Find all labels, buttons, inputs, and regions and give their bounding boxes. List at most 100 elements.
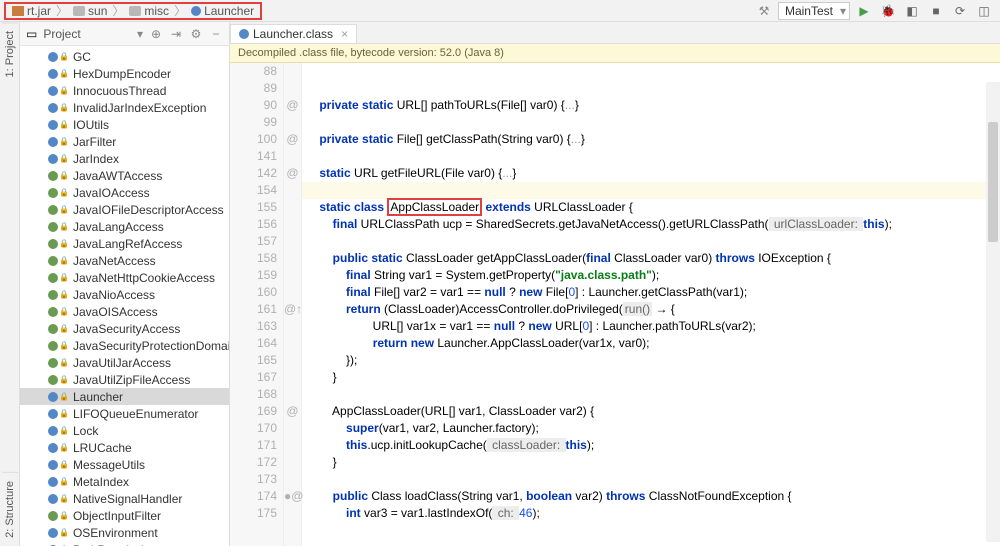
code-line[interactable]: private static URL[] pathToURLs(File[] v… [302,97,1000,114]
code-area[interactable]: 8889909910014114215415515615715815916016… [230,63,1000,546]
code-line[interactable] [302,182,1000,199]
code-line[interactable]: public Class loadClass(String var1, bool… [302,488,1000,505]
tree-item[interactable]: 🔒JarIndex [20,150,229,167]
code-line[interactable]: final File[] var2 = var1 == null ? new F… [302,284,1000,301]
hide-icon[interactable]: − [209,27,223,41]
code-line[interactable] [302,471,1000,488]
tree-item[interactable]: 🔒JavaLangAccess [20,218,229,235]
tree-item[interactable]: 🔒Launcher [20,388,229,405]
tree-item[interactable]: 🔒JavaNetHttpCookieAccess [20,269,229,286]
tree-item[interactable]: 🔒JavaUtilJarAccess [20,354,229,371]
breadcrumb-item[interactable]: misc [125,4,173,18]
tree-item[interactable]: 🔒InvalidJarIndexException [20,99,229,116]
code-line[interactable] [302,114,1000,131]
tree-item[interactable]: 🔒HexDumpEncoder [20,65,229,82]
tree-item[interactable]: 🔒JavaSecurityAccess [20,320,229,337]
chevron-down-icon[interactable]: ▾ [137,27,143,41]
tree-item[interactable]: 🔒JavaNetAccess [20,252,229,269]
tree-item[interactable]: 🔒JarFilter [20,133,229,150]
breadcrumb[interactable]: rt.jar〉sun〉misc〉Launcher [4,2,262,20]
project-tree[interactable]: 🔒GC🔒HexDumpEncoder🔒InnocuousThread🔒Inval… [20,46,229,546]
tree-item[interactable]: 🔒GC [20,48,229,65]
class-icon [48,443,58,453]
line-number: 171 [230,437,277,454]
tree-item[interactable]: 🔒JavaSecurityProtectionDomain [20,337,229,354]
stop-icon[interactable]: ■ [926,2,946,20]
code-line[interactable]: public static ClassLoader getAppClassLoa… [302,250,1000,267]
vertical-scrollbar[interactable] [986,82,1000,542]
run-icon[interactable]: ▶ [854,2,874,20]
code-line[interactable]: final String var1 = System.getProperty("… [302,267,1000,284]
code-content[interactable]: private static URL[] pathToURLs(File[] v… [302,63,1000,546]
tree-item[interactable]: 🔒JavaAWTAccess [20,167,229,184]
tree-item[interactable]: 🔒LRUCache [20,439,229,456]
line-number: 160 [230,284,277,301]
tree-item[interactable]: 🔒ObjectInputFilter [20,507,229,524]
code-line[interactable]: return (ClassLoader)AccessController.doP… [302,301,1000,318]
gear-icon[interactable]: ⚙ [189,27,203,41]
code-line[interactable]: this.ucp.initLookupCache( classLoader: t… [302,437,1000,454]
line-number: 165 [230,352,277,369]
line-number: 158 [230,250,277,267]
project-panel-title[interactable]: Project [43,27,131,41]
lock-icon: 🔒 [59,324,69,333]
code-line[interactable]: super(var1, var2, Launcher.factory); [302,420,1000,437]
code-line[interactable]: int var3 = var1.lastIndexOf( ch: 46); [302,505,1000,522]
code-line[interactable] [302,148,1000,165]
editor-tab[interactable]: Launcher.class × [230,24,357,43]
structure-tool-tab[interactable]: 2: Structure [2,472,18,546]
tree-item[interactable]: 🔒JavaIOAccess [20,184,229,201]
code-line[interactable]: AppClassLoader(URL[] var1, ClassLoader v… [302,403,1000,420]
code-line[interactable] [302,233,1000,250]
project-view-icon[interactable]: ▭ [26,27,37,41]
code-line[interactable]: static class AppClassLoader extends URLC… [302,199,1000,216]
line-number: 173 [230,471,277,488]
collapse-icon[interactable]: ⇥ [169,27,183,41]
target-icon[interactable]: ⊕ [149,27,163,41]
code-line[interactable]: private static File[] getClassPath(Strin… [302,131,1000,148]
coverage-icon[interactable]: ◧ [902,2,922,20]
code-line[interactable]: URL[] var1x = var1 == null ? new URL[0] … [302,318,1000,335]
project-tool-tab[interactable]: 1: Project [2,22,18,85]
code-line[interactable]: static URL getFileURL(File var0) {...} [302,165,1000,182]
tree-item[interactable]: 🔒JavaLangRefAccess [20,235,229,252]
code-line[interactable] [302,63,1000,80]
tree-item[interactable]: 🔒JavaIOFileDescriptorAccess [20,201,229,218]
gutter-mark [284,386,301,403]
code-line[interactable]: final URLClassPath ucp = SharedSecrets.g… [302,216,1000,233]
tree-item[interactable]: 🔒InnocuousThread [20,82,229,99]
gutter-mark [284,284,301,301]
line-number: 99 [230,114,277,131]
tree-item[interactable]: 🔒NativeSignalHandler [20,490,229,507]
breadcrumb-item[interactable]: Launcher [187,4,258,18]
cls-icon [191,6,201,16]
build-icon[interactable]: ⚒ [754,2,774,20]
tree-item[interactable]: 🔒JavaNioAccess [20,286,229,303]
lock-icon: 🔒 [59,290,69,299]
tree-item[interactable]: 🔒PathPermissions [20,541,229,546]
update-icon[interactable]: ⟳ [950,2,970,20]
tree-item[interactable]: 🔒LIFOQueueEnumerator [20,405,229,422]
code-line[interactable]: return new Launcher.AppClassLoader(var1x… [302,335,1000,352]
tree-item[interactable]: 🔒OSEnvironment [20,524,229,541]
search-icon[interactable]: ◫ [974,2,994,20]
line-number: 157 [230,233,277,250]
tree-item[interactable]: 🔒IOUtils [20,116,229,133]
breadcrumb-item[interactable]: sun [69,4,111,18]
code-line[interactable]: } [302,369,1000,386]
code-line[interactable] [302,80,1000,97]
tree-item[interactable]: 🔒JavaOISAccess [20,303,229,320]
tree-item[interactable]: 🔒MetaIndex [20,473,229,490]
run-config-selector[interactable]: MainTest [778,2,850,20]
code-line[interactable] [302,386,1000,403]
tree-item[interactable]: 🔒JavaUtilZipFileAccess [20,371,229,388]
close-icon[interactable]: × [341,27,348,41]
code-line[interactable]: }); [302,352,1000,369]
debug-icon[interactable]: 🐞 [878,2,898,20]
line-number: 88 [230,63,277,80]
breadcrumb-item[interactable]: rt.jar [8,4,55,18]
code-line[interactable]: } [302,454,1000,471]
tree-item[interactable]: 🔒Lock [20,422,229,439]
tree-item[interactable]: 🔒MessageUtils [20,456,229,473]
class-icon [48,426,58,436]
